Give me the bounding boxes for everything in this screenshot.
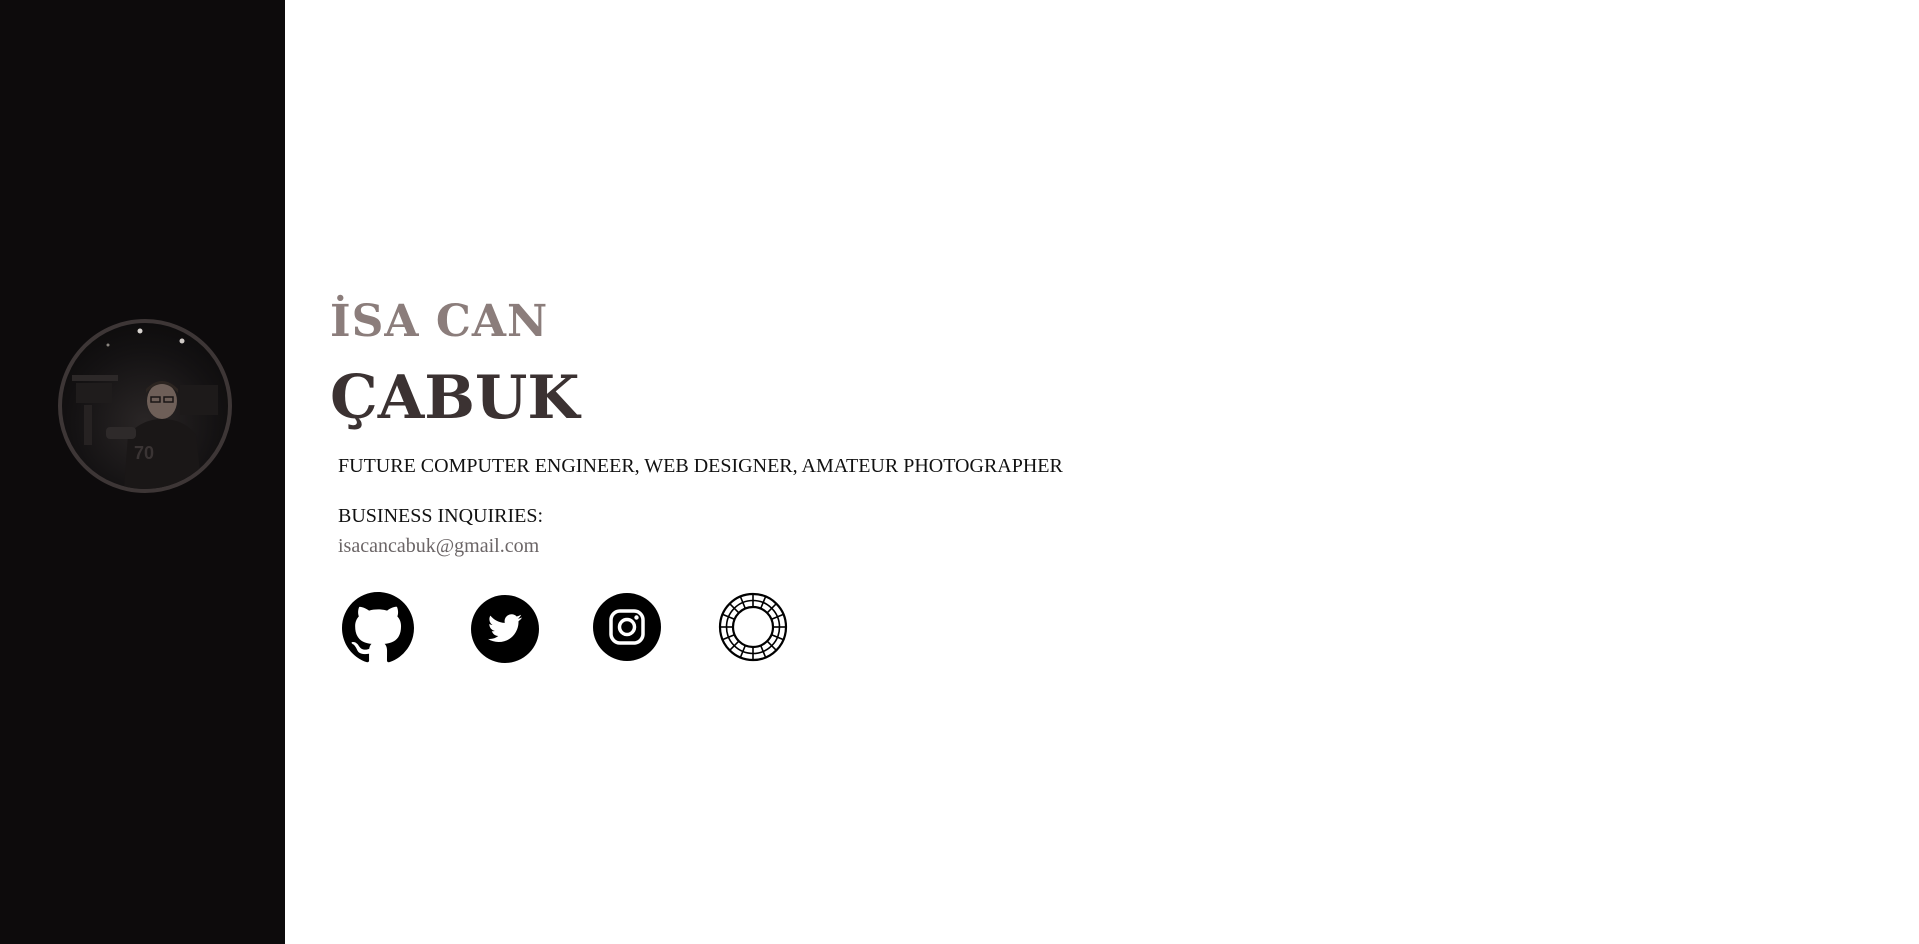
github-icon: [342, 592, 414, 664]
tagline: FUTURE COMPUTER ENGINEER, WEB DESIGNER, …: [338, 455, 1063, 477]
instagram-icon: [592, 592, 664, 662]
twitter-icon: [470, 594, 542, 664]
svg-text:70: 70: [134, 443, 154, 463]
avatar: 70: [58, 319, 232, 493]
sidebar: 70: [0, 0, 285, 944]
vsco-link[interactable]: [718, 592, 790, 664]
github-link[interactable]: [342, 592, 414, 664]
email-link[interactable]: isacancabuk@gmail.com: [338, 535, 539, 558]
first-name-heading: İSA CAN: [330, 296, 549, 347]
business-inquiries-label: BUSINESS INQUIRIES:: [338, 505, 544, 527]
instagram-link[interactable]: [592, 592, 664, 664]
vsco-icon: [718, 592, 790, 662]
twitter-link[interactable]: [470, 594, 542, 666]
last-name-heading: ÇABUK: [330, 363, 580, 433]
